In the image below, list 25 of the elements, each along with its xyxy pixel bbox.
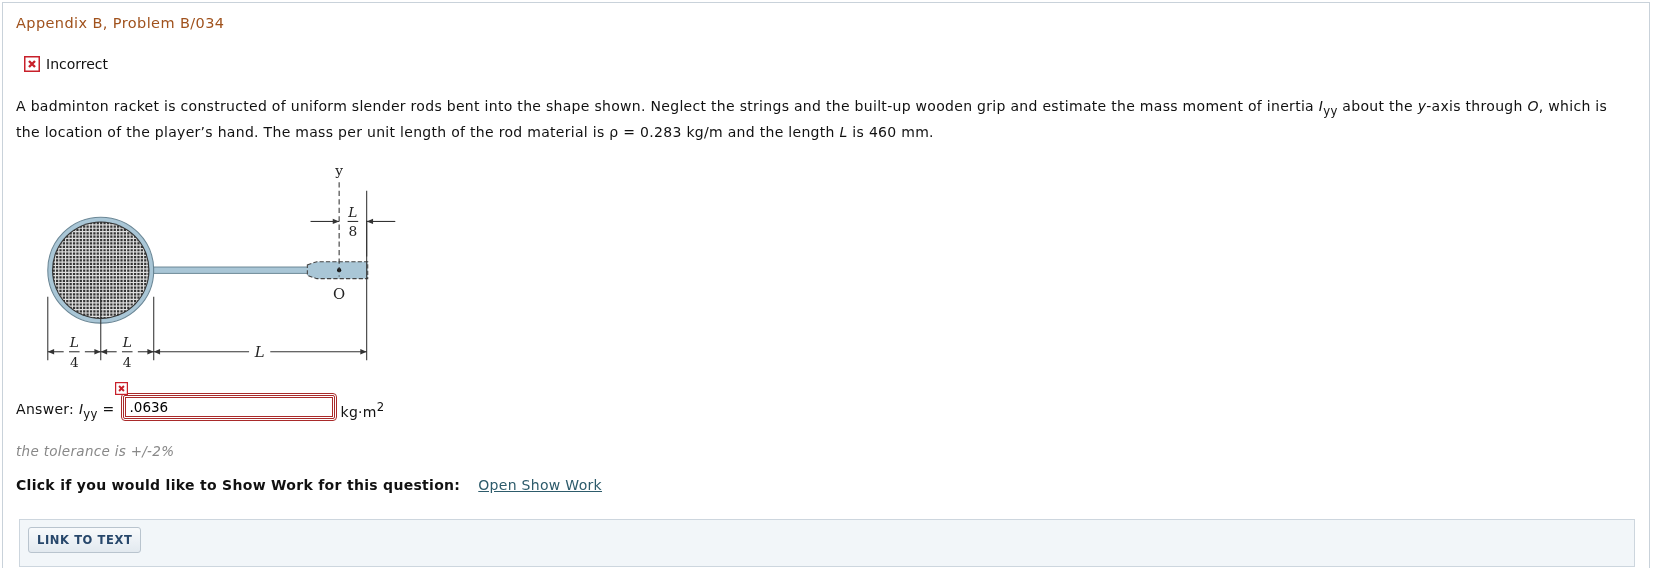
show-work-prompt: Click if you would like to Show Work for this question:	[16, 476, 461, 493]
fraction-denominator: 4	[122, 353, 132, 370]
dimension-arrow	[310, 218, 340, 224]
show-work-link[interactable]: Open Show Work	[478, 476, 602, 493]
fraction-numerator: L	[122, 333, 132, 350]
fraction-numerator: L	[348, 203, 358, 220]
status-label: Incorrect	[46, 56, 109, 72]
origin-label: O	[333, 284, 346, 302]
fraction-denominator: 8	[348, 223, 358, 240]
problem-text: A badminton racket is constructed of uniform slender rods bent into the shape shown. Neglect the strings and the built-up wooden grip and estimate the mass moment of inertia I$_{yy}$ about the y-axis through O, which is the location of the player’s hand. The mass per unit length of the rod material is ρ = 0.283 kg/m and the length L is 460 mm.	[16, 97, 1609, 142]
link-to-text-button[interactable]: LINK TO TEXT	[28, 526, 142, 553]
answer-label: Answer: I$_{yy}$ =	[16, 401, 115, 421]
extension-line	[47, 295, 49, 361]
fraction-denominator: 4	[69, 353, 79, 370]
extension-line	[153, 295, 155, 361]
extension-line	[100, 295, 102, 361]
axis-label: y	[335, 161, 344, 178]
fraction-numerator: L	[69, 333, 79, 350]
dimension-label: L	[254, 342, 265, 360]
dimension-arrow	[47, 348, 65, 355]
problem-title: Appendix B, Problem B/034	[16, 15, 226, 31]
dimension-arrow	[366, 218, 396, 224]
tolerance-note: the tolerance is +/-2%	[16, 442, 176, 459]
unit-label: kg·m$^{2}$	[340, 400, 385, 421]
answer-field[interactable]: .0636	[124, 396, 333, 417]
